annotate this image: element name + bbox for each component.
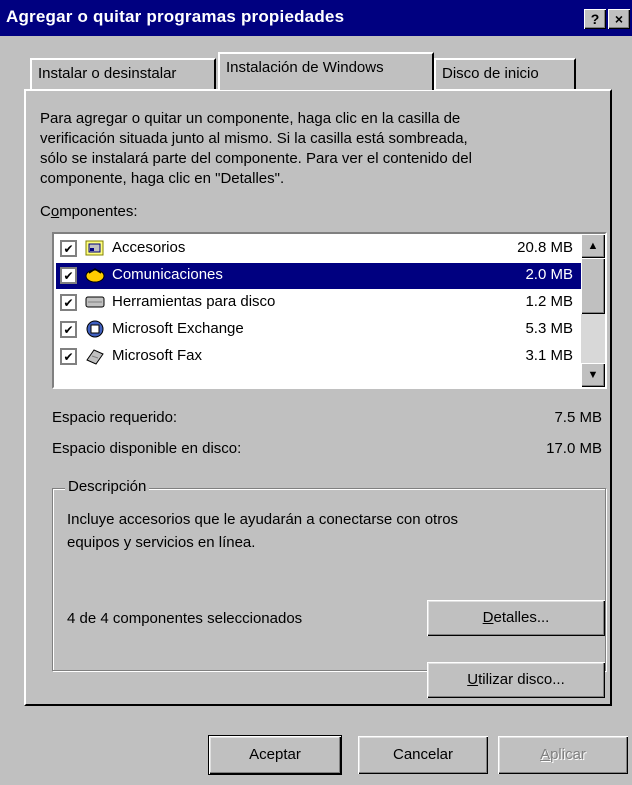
intro-line: sólo se instalará parte del componente. … [40, 150, 472, 167]
component-name: Comunicaciones [112, 266, 223, 283]
tab-startup-disk[interactable]: Disco de inicio [434, 58, 576, 90]
tab-label: Instalación de Windows [226, 59, 384, 76]
fax-icon [86, 349, 104, 365]
ok-button[interactable]: Aceptar [208, 735, 342, 775]
component-checkbox[interactable] [60, 240, 77, 257]
component-name: Microsoft Exchange [112, 320, 244, 337]
components-listbox[interactable]: Accesorios 20.8 MB Comunicaciones 2.0 MB… [52, 232, 607, 389]
component-size: 2.0 MB [525, 266, 573, 283]
component-name: Herramientas para disco [112, 293, 276, 310]
communications-icon [85, 268, 105, 283]
component-size: 20.8 MB [517, 239, 573, 256]
scroll-thumb[interactable] [581, 258, 605, 314]
exchange-icon [86, 320, 104, 338]
component-size: 1.2 MB [525, 293, 573, 310]
title-bar[interactable]: Agregar o quitar programas propiedades ?… [0, 0, 632, 36]
description-legend: Descripción [65, 478, 150, 495]
component-name: Accesorios [112, 239, 186, 256]
tab-label: Disco de inicio [442, 65, 539, 82]
intro-line: componente, haga clic en "Detalles". [40, 170, 285, 187]
window-title: Agregar o quitar programas propiedades [6, 7, 345, 26]
required-space-label: Espacio requerido: [52, 409, 178, 426]
list-item[interactable]: Herramientas para disco 1.2 MB [56, 290, 583, 316]
component-size: 3.1 MB [525, 347, 573, 364]
list-item[interactable]: Comunicaciones 2.0 MB [56, 263, 583, 289]
component-size: 5.3 MB [525, 320, 573, 337]
components-label: Componentes: [40, 203, 138, 220]
arrow-up-icon: ▲ [587, 240, 599, 252]
component-checkbox[interactable] [60, 267, 77, 284]
required-space-value: 7.5 MB [554, 409, 602, 426]
selected-count: 4 de 4 componentes seleccionados [67, 610, 303, 627]
list-item[interactable]: Microsoft Fax 3.1 MB [56, 344, 583, 370]
intro-line: Para agregar o quitar un componente, hag… [40, 110, 461, 127]
available-space-label: Espacio disponible en disco: [52, 440, 242, 457]
cancel-button[interactable]: Cancelar [358, 736, 488, 774]
available-space-value: 17.0 MB [546, 440, 602, 457]
list-item[interactable]: Accesorios 20.8 MB [56, 236, 583, 262]
details-button[interactable]: Detalles... [427, 600, 605, 636]
description-group: Descripción Incluye accesorios que le ay… [52, 478, 606, 671]
accessories-icon [85, 240, 104, 256]
help-icon: ? [590, 11, 600, 27]
tab-label: Instalar o desinstalar [38, 65, 177, 82]
component-checkbox[interactable] [60, 321, 77, 338]
description-line: Incluye accesorios que le ayudarán a con… [67, 511, 459, 528]
tab-install-uninstall[interactable]: Instalar o desinstalar [30, 58, 216, 90]
tab-bar: Instalar o desinstalar Instalación de Wi… [0, 36, 632, 92]
disk-tools-icon [85, 296, 105, 308]
help-button[interactable]: ? [584, 9, 606, 29]
arrow-down-icon: ▼ [587, 369, 599, 381]
list-item[interactable]: Microsoft Exchange 5.3 MB [56, 317, 583, 343]
close-icon: × [614, 11, 624, 27]
use-disk-button[interactable]: Utilizar disco... [427, 662, 605, 698]
scroll-up-button[interactable]: ▲ [581, 234, 605, 258]
tab-windows-setup[interactable]: Instalación de Windows [218, 52, 434, 90]
list-scrollbar[interactable]: ▲ ▼ [581, 234, 605, 387]
close-button[interactable]: × [608, 9, 630, 29]
intro-line: verificación situada junto al mismo. Si … [40, 130, 468, 147]
apply-button[interactable]: Aplicar [498, 736, 628, 774]
scroll-down-button[interactable]: ▼ [581, 363, 605, 387]
component-name: Microsoft Fax [112, 347, 203, 364]
description-line: equipos y servicios en línea. [67, 534, 256, 551]
component-checkbox[interactable] [60, 294, 77, 311]
component-checkbox[interactable] [60, 348, 77, 365]
properties-dialog: Agregar o quitar programas propiedades ?… [0, 0, 632, 785]
